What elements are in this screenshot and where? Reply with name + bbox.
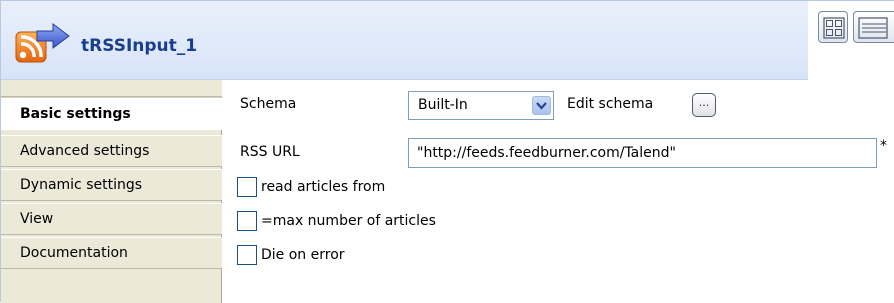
- schema-label: Schema: [240, 96, 297, 112]
- rss-input-icon: [15, 22, 71, 64]
- tab-strip-top: [1, 80, 222, 97]
- list-layout-icon: [858, 17, 888, 39]
- tab-documentation[interactable]: Documentation: [1, 237, 222, 269]
- grid-layout-button[interactable]: [818, 11, 848, 43]
- edit-schema-label: Edit schema: [567, 96, 654, 112]
- list-layout-button[interactable]: [853, 11, 894, 43]
- tab-dynamic-settings[interactable]: Dynamic settings: [1, 169, 222, 201]
- schema-select-value: Built-In: [418, 97, 468, 113]
- component-header: tRSSInput_1: [1, 1, 808, 80]
- settings-tab-strip: Basic settings Advanced settings Dynamic…: [1, 80, 223, 303]
- grid-layout-icon: [823, 17, 845, 39]
- schema-select[interactable]: Built-In: [408, 91, 554, 120]
- die-on-error-label: Die on error: [261, 247, 345, 263]
- component-title: tRSSInput_1: [81, 36, 198, 56]
- required-indicator: *: [880, 138, 887, 154]
- edit-schema-button[interactable]: ...: [692, 93, 716, 117]
- tab-advanced-settings[interactable]: Advanced settings: [1, 135, 222, 167]
- rss-url-input[interactable]: "http://feeds.feedburner.com/Talend": [408, 138, 877, 168]
- max-articles-checkbox[interactable]: [237, 211, 257, 231]
- chevron-down-icon: [536, 102, 547, 110]
- schema-dropdown-button[interactable]: [532, 96, 551, 115]
- component-settings-panel: tRSSInput_1 Basic settings Advanced sett…: [0, 0, 894, 303]
- max-articles-label: =max number of articles: [261, 213, 436, 229]
- tab-view[interactable]: View: [1, 203, 222, 235]
- read-articles-label: read articles from: [261, 179, 386, 195]
- die-on-error-checkbox[interactable]: [237, 245, 257, 265]
- tab-basic-settings[interactable]: Basic settings: [1, 97, 223, 130]
- rss-url-label: RSS URL: [240, 144, 300, 160]
- read-articles-checkbox[interactable]: [237, 177, 257, 197]
